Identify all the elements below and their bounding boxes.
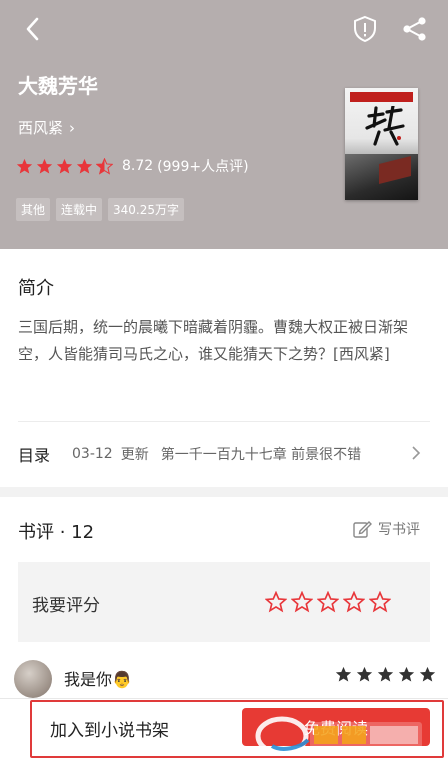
chevron-right-icon: ›	[69, 118, 76, 137]
chevron-right-icon	[412, 446, 421, 460]
back-button[interactable]	[16, 12, 50, 46]
avatar[interactable]	[14, 660, 52, 698]
star-icon	[419, 666, 436, 682]
rating: 8.72 (999+人点评)	[16, 156, 249, 176]
author-name: 西风紧	[18, 119, 64, 137]
share-button[interactable]	[398, 12, 432, 46]
review-item[interactable]: 我是你👨	[0, 660, 448, 700]
tag-category: 其他	[16, 198, 51, 221]
intro-text[interactable]: 三国后期，统一的晨曦下暗藏着阴霾。曹魏大权正被日渐架空，人皆能猜司马氏之心，谁又…	[18, 314, 434, 368]
add-to-shelf-button[interactable]: 加入到小说书架	[50, 716, 169, 741]
toc-update-label: 更新	[120, 447, 149, 463]
toc-latest-chapter: 第一千一百九十七章 前景很不错	[160, 447, 362, 463]
star-outline-icon[interactable]	[291, 591, 313, 613]
rating-value: 8.72	[122, 158, 154, 174]
tag-word-count: 340.25万字	[108, 198, 185, 221]
write-review-button[interactable]: 写书评	[352, 519, 420, 539]
book-cover[interactable]	[345, 88, 418, 200]
intro-title: 简介	[18, 278, 54, 299]
star-icon	[377, 666, 394, 682]
share-icon	[403, 17, 426, 41]
review-username: 我是你👨	[64, 670, 132, 689]
book-title: 大魏芳华	[18, 74, 98, 98]
star-outline-icon[interactable]	[265, 591, 287, 613]
tag-status: 连载中	[56, 198, 103, 221]
score-box: 我要评分	[18, 562, 430, 642]
toc-date: 03-12	[72, 446, 113, 462]
cover-calligraphy	[365, 106, 405, 146]
star-icon	[36, 158, 53, 174]
rating-count: (999+人点评)	[157, 159, 249, 175]
star-half-icon	[96, 157, 113, 175]
star-outline-icon[interactable]	[343, 591, 365, 613]
author-link[interactable]: 西风紧 ›	[18, 117, 75, 138]
back-icon	[26, 17, 39, 41]
shield-alert-icon	[354, 15, 376, 43]
star-icon	[356, 666, 373, 682]
star-icon	[335, 666, 352, 682]
edit-icon	[353, 521, 372, 538]
score-star-picker[interactable]	[265, 591, 395, 613]
star-icon	[16, 158, 33, 174]
star-icon	[398, 666, 415, 682]
review-rating	[335, 666, 440, 683]
write-review-label: 写书评	[378, 522, 420, 538]
toc-label: 目录	[18, 446, 51, 465]
report-button[interactable]	[348, 12, 382, 46]
watermark-logo	[255, 716, 422, 756]
star-outline-icon[interactable]	[317, 591, 339, 613]
book-tags: 其他 连载中 340.25万字	[16, 198, 190, 221]
cover-publisher-logo	[350, 92, 413, 102]
star-icon	[76, 158, 93, 174]
star-icon	[56, 158, 73, 174]
score-label: 我要评分	[32, 596, 100, 616]
toc-row[interactable]: 目录 03-12 更新 第一千一百九十七章 前景很不错	[0, 422, 448, 486]
star-outline-icon[interactable]	[369, 591, 391, 613]
review-title: 书评 · 12	[18, 522, 95, 543]
